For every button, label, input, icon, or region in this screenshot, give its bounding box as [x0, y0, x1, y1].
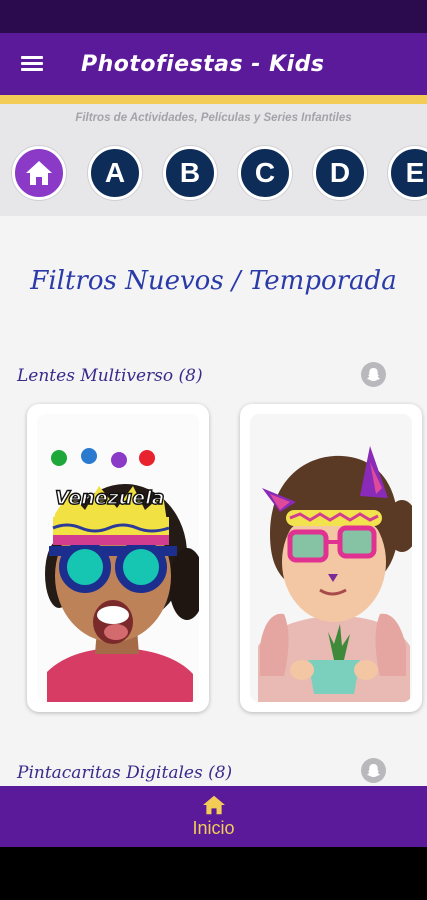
bottom-nav-label: Inicio [192, 818, 235, 838]
app-bar: Photofiestas - Kids [0, 33, 427, 95]
system-nav-bar [0, 847, 427, 900]
snapchat-ghost-icon[interactable] [361, 362, 386, 387]
nav-letter-e[interactable]: E [388, 146, 427, 200]
nav-letter-b[interactable]: B [163, 146, 217, 200]
house-icon [202, 795, 225, 815]
ghost-glyph [366, 367, 381, 382]
status-bar [0, 0, 427, 33]
filter-card-2[interactable] [240, 404, 422, 712]
section-title-lentes: Lentes Multiverso (8) [17, 366, 203, 386]
snapchat-ghost-icon[interactable] [361, 758, 386, 783]
nav-letter-a[interactable]: A [88, 146, 142, 200]
house-icon [26, 161, 52, 185]
page-heading: Filtros Nuevos / Temporada [30, 266, 397, 296]
filter-preview-image: Venezuela [37, 414, 199, 702]
header-subtitle: Filtros de Actividades, Películas y Seri… [75, 112, 352, 124]
nav-letter-d[interactable]: D [313, 146, 367, 200]
nav-home-button[interactable] [12, 146, 66, 200]
filter-preview-image [250, 414, 412, 702]
letter-nav: A B C D E [0, 146, 427, 200]
accent-divider [0, 95, 427, 104]
section-title-pintacaritas: Pintacaritas Digitales (8) [17, 763, 233, 783]
card-caption: Venezuela [55, 487, 164, 509]
main-content: Filtros Nuevos / Temporada Lentes Multiv… [0, 216, 427, 786]
ghost-glyph [366, 763, 381, 778]
app-title: Photofiestas - Kids [81, 51, 325, 77]
menu-icon[interactable] [21, 56, 43, 72]
bottom-nav-home[interactable]: Inicio [0, 786, 427, 847]
filter-card-1[interactable]: Venezuela [27, 404, 209, 712]
nav-letter-c[interactable]: C [238, 146, 292, 200]
